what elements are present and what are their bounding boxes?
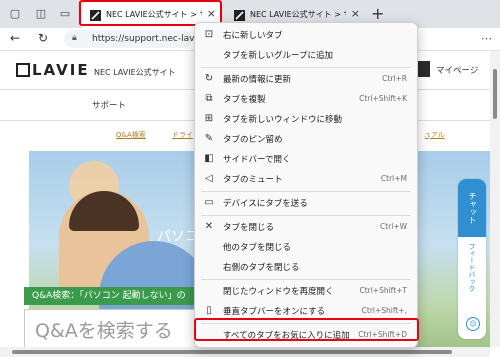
menu-item-label: タブを閉じる (223, 223, 275, 233)
qa-search-input[interactable]: Q&Aを検索する (24, 309, 196, 349)
menu-divider (201, 67, 411, 68)
tab-title: NEC LAVIE公式サイト > サービス (250, 10, 346, 19)
menu-item-label: 閉じたウィンドウを再度開く (223, 287, 334, 297)
duplicate-icon: ⧉ (205, 93, 213, 104)
menu-item-add-to-group[interactable]: タブを新しいグループに追加 (195, 45, 417, 65)
menu-divider (201, 191, 411, 192)
sidebar-icon: ◧ (204, 153, 214, 164)
refresh-icon: ↻ (204, 73, 214, 84)
chat-widget[interactable]: チャット フィードバック ☺ (458, 179, 486, 339)
menu-divider (201, 279, 411, 280)
close-tab-icon[interactable]: × (351, 7, 360, 20)
menu-item-sidebar[interactable]: ◧ サイドバーで開く (195, 149, 417, 169)
menu-item-label: デバイスにタブを送る (223, 199, 308, 209)
back-icon[interactable]: ← (10, 31, 20, 45)
sublink-qa[interactable]: Q&A検索 (116, 130, 146, 140)
menu-item-shortcut: Ctrl+Shift+K (359, 94, 407, 103)
hero-text-left: パソコ (157, 229, 199, 245)
site-name: NEC LAVIE公式サイト (94, 68, 176, 77)
menu-item-label: タブを新しいウィンドウに移動 (223, 115, 343, 125)
logo-text: LAVIE (32, 61, 90, 79)
sublink-driver[interactable]: ドライ (172, 130, 193, 140)
menu-item-close-tab[interactable]: ✕ タブを閉じる Ctrl+W (195, 217, 417, 237)
new-tab-button[interactable]: + (371, 4, 384, 23)
menu-divider (201, 215, 411, 216)
menu-item-shortcut: Ctrl+Shift+, (361, 306, 407, 315)
scroll-thumb[interactable] (12, 350, 452, 354)
menu-item-label: タブを新しいグループに追加 (223, 51, 333, 61)
lock-icon: 🔒︎ (72, 33, 77, 43)
feedback-button[interactable]: フィードバック (458, 243, 486, 292)
menu-item-label: タブのピン留め (223, 135, 283, 145)
nav-support[interactable]: サポート (92, 99, 126, 111)
url-field[interactable]: 🔒︎ https://support.nec-lavie.jp (64, 30, 214, 48)
tab-actions-icon[interactable]: ▭ (58, 7, 72, 21)
chat-button[interactable]: チャット (458, 179, 486, 237)
menu-item-shortcut: Ctrl+M (380, 174, 407, 183)
qa-search-label: Q&A検索：「パソコン 起動しない」の (24, 287, 194, 305)
qa-search-placeholder: Q&Aを検索する (35, 320, 173, 342)
pin-icon: ✎ (204, 133, 214, 144)
menu-item-label: 最新の情報に更新 (223, 75, 292, 85)
menu-item-duplicate[interactable]: ⧉ タブを複製 Ctrl+Shift+K (195, 89, 417, 109)
header-button[interactable] (416, 61, 430, 77)
menu-item-refresh[interactable]: ↻ 最新の情報に更新 Ctrl+R (195, 69, 417, 89)
send-device-icon: ▭ (204, 197, 214, 208)
smile-icon: ☺ (466, 317, 480, 331)
refresh-page-icon[interactable]: ↻ (38, 31, 48, 45)
menu-item-label: 他のタブを閉じる (223, 243, 292, 253)
menu-highlight-box (194, 318, 419, 341)
browser-menu-icon[interactable]: ⋯ (481, 32, 492, 45)
profile-icon[interactable]: ▢ (8, 7, 22, 21)
menu-item-send-to-device[interactable]: ▭ デバイスにタブを送る (195, 193, 417, 213)
menu-item-mute[interactable]: ◁ タブのミュート Ctrl+M (195, 169, 417, 189)
new-window-icon: ⊞ (204, 113, 214, 124)
menu-item-pin[interactable]: ✎ タブのピン留め (195, 129, 417, 149)
mute-icon: ◁ (205, 173, 213, 184)
menu-item-shortcut: Ctrl+Shift+T (359, 286, 407, 295)
menu-item-shortcut: Ctrl+R (382, 74, 407, 83)
menu-item-shortcut: Ctrl+W (379, 222, 407, 231)
menu-item-label: タブを複製 (223, 95, 266, 105)
menu-item-reopen-window[interactable]: 閉じたウィンドウを再度開く Ctrl+Shift+T (195, 281, 417, 301)
new-tab-right-icon: ⊡ (204, 29, 214, 40)
menu-item-label: 右側のタブを閉じる (223, 263, 300, 273)
menu-item-close-other-tabs[interactable]: 他のタブを閉じる (195, 237, 417, 257)
tab-context-menu: ⊡ 右に新しいタブ タブを新しいグループに追加 ↻ 最新の情報に更新 Ctrl+… (194, 22, 418, 348)
logo-mark-icon (16, 63, 30, 77)
menu-item-close-right-tabs[interactable]: 右側のタブを閉じる (195, 257, 417, 277)
workspaces-icon[interactable]: ◫ (34, 7, 48, 21)
vertical-scrollbar[interactable] (490, 51, 500, 347)
mypage-link[interactable]: マイページ (436, 64, 478, 76)
lavie-logo[interactable]: LAVIE (16, 61, 90, 79)
vertical-tabs-icon: ▯ (206, 305, 212, 316)
menu-item-new-tab-right[interactable]: ⊡ 右に新しいタブ (195, 25, 417, 45)
menu-item-label: 垂直タブバーをオンにする (223, 307, 326, 317)
nec-favicon-icon (234, 10, 245, 21)
menu-item-label: 右に新しいタブ (223, 31, 283, 41)
horizontal-scrollbar[interactable] (0, 347, 490, 357)
menu-item-move-to-window[interactable]: ⊞ タブを新しいウィンドウに移動 (195, 109, 417, 129)
menu-item-label: タブのミュート (223, 175, 283, 185)
close-icon: ✕ (204, 221, 214, 232)
scroll-thumb[interactable] (493, 69, 497, 119)
menu-item-label: サイドバーで開く (223, 155, 291, 165)
